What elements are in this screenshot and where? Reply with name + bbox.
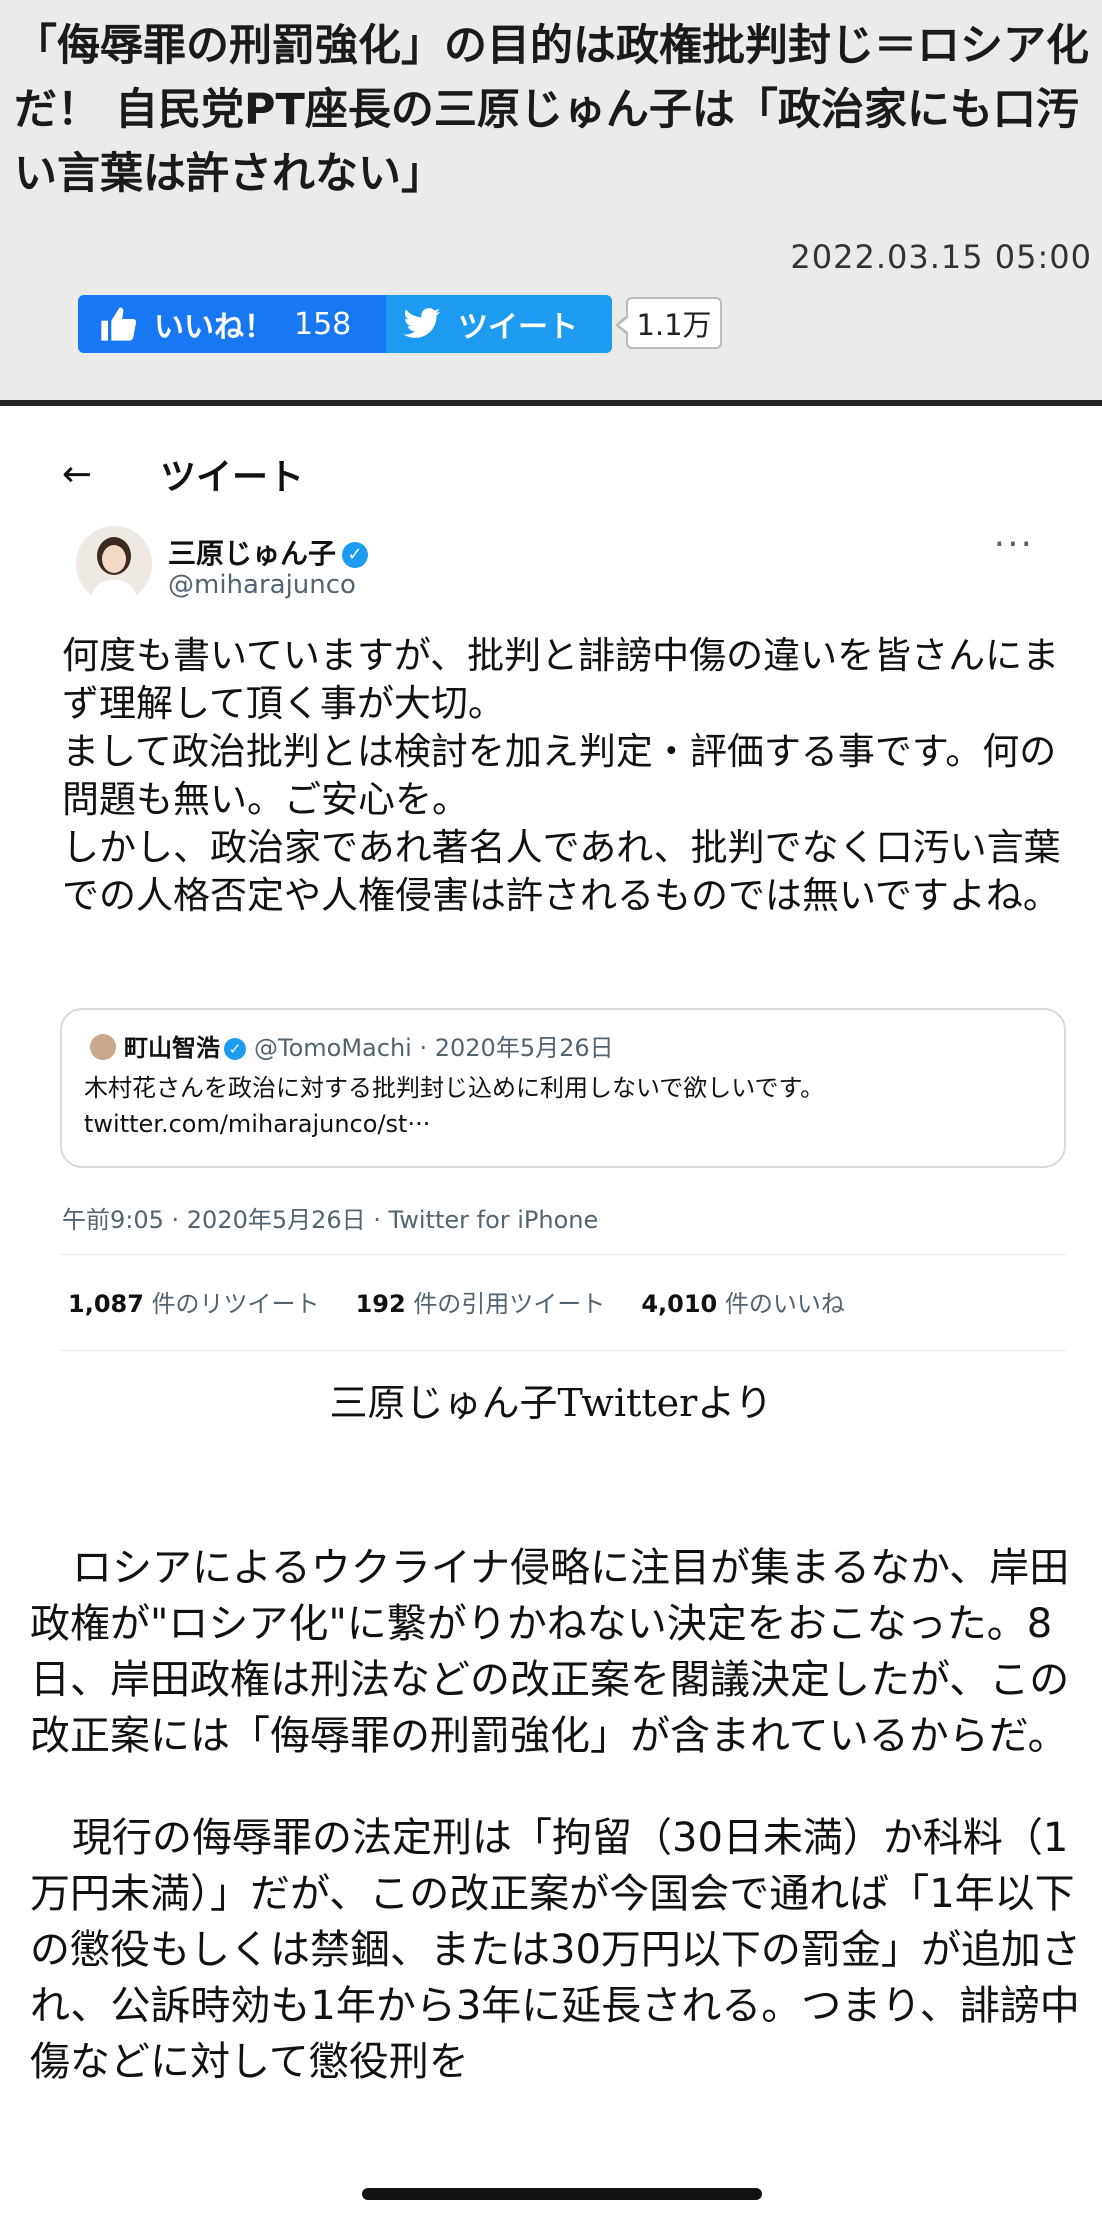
quoted-separator: · xyxy=(419,1034,428,1062)
author-handle: @miharajunco xyxy=(168,570,356,600)
like-button[interactable]: いいね！ 158 xyxy=(78,295,386,353)
quoted-text-line: 木村花さんを政治に対する批判封じ込めに利用しないで欲しいです。 xyxy=(84,1074,825,1102)
quoted-link: twitter.com/miharajunco/st··· xyxy=(84,1110,431,1138)
quoted-tweet: 町山智浩 ✓ @TomoMachi · 2020年5月26日 木村花さんを政治に対す… xyxy=(60,1008,1066,1168)
likes-label: 件のいいね xyxy=(724,1290,845,1318)
article-header: 「侮辱罪の刑罰強化」の目的は政権批判封じ＝ロシア化だ！ 自民党PT座長の三原じゅ… xyxy=(0,0,1102,400)
quoted-text: 木村花さんを政治に対する批判封じ込めに利用しないで欲しいです。 twitter.… xyxy=(84,1070,824,1142)
back-arrow-icon: ← xyxy=(62,454,93,495)
article-paragraph: 現行の侮辱罪の法定刑は「拘留（30日未満）か科料（1万円未満）」だが、この改正案… xyxy=(30,1815,1081,2085)
divider xyxy=(60,1350,1066,1351)
tweet-count-bubble: 1.1万 xyxy=(615,297,722,349)
divider xyxy=(60,1254,1066,1255)
likes-count: 4,010 xyxy=(641,1290,718,1318)
tweet-body-line: まして政治批判とは検討を加え判定・評価する事です。何の問題も無い。ご安心を。 xyxy=(62,730,1057,821)
verified-badge-icon: ✓ xyxy=(342,542,369,568)
more-dots-icon: ··· xyxy=(993,524,1034,565)
verified-badge-icon: ✓ xyxy=(224,1038,246,1060)
home-indicator[interactable] xyxy=(362,2188,762,2200)
quoted-author-name: 町山智浩 xyxy=(124,1034,220,1062)
like-label: いいね！ xyxy=(154,310,274,345)
tweet-label: ツイート xyxy=(458,310,578,345)
tweet-button[interactable]: ツイート xyxy=(386,295,612,353)
quotes-label: 件の引用ツイート xyxy=(413,1290,606,1318)
article-paragraph: ロシアによるウクライナ侵略に注目が集まるなか、岸田政権が"ロシア化"に繋がりかね… xyxy=(30,1545,1070,1759)
retweets-label: 件のリツイート xyxy=(151,1290,320,1318)
embedded-tweet-image: ← ツイート 三原じゅん子 ✓ @miharajunco ··· 何度も書いていま… xyxy=(30,434,1070,1374)
publish-datetime: 2022.03.15 05:00 xyxy=(790,238,1092,276)
article-headline: 「侮辱罪の刑罰強化」の目的は政権批判封じ＝ロシア化だ！ 自民党PT座長の三原じゅ… xyxy=(14,21,1089,199)
twitter-bird-icon xyxy=(403,308,441,338)
quoted-header: 町山智浩 ✓ @TomoMachi · 2020年5月26日 xyxy=(124,1028,614,1063)
quoted-handle: @TomoMachi xyxy=(254,1034,412,1062)
author-name: 三原じゅん子 ✓ xyxy=(168,532,369,572)
author-name-text: 三原じゅん子 xyxy=(168,537,337,570)
like-count: 158 xyxy=(294,306,352,342)
tweet-screen-title: ツイート xyxy=(160,457,305,498)
tweet-body: 何度も書いていますが、批判と誹謗中傷の違いを皆さんにまず理解して頂く事が大切。 … xyxy=(62,632,1062,920)
quoted-date: 2020年5月26日 xyxy=(434,1034,614,1062)
quoted-avatar xyxy=(90,1034,116,1060)
header-divider xyxy=(0,400,1102,406)
thumbs-up-icon xyxy=(101,307,137,341)
retweets-count: 1,087 xyxy=(68,1290,144,1318)
tweet-body-line: 何度も書いていますが、批判と誹謗中傷の違いを皆さんにまず理解して頂く事が大切。 xyxy=(62,634,1060,725)
avatar xyxy=(76,526,152,602)
tweet-stats: 1,087 件のリツイート 192 件の引用ツイート 4,010 件のいいね xyxy=(68,1284,845,1319)
quotes-count: 192 xyxy=(355,1290,406,1318)
image-caption: 三原じゅん子Twitterより xyxy=(329,1381,773,1425)
tweet-timestamp: 午前9:05 · 2020年5月26日 · Twitter for iPhone xyxy=(62,1206,599,1234)
tweet-body-line: しかし、政治家であれ著名人であれ、批判でなく口汚い言葉での人格否定や人権侵害は許… xyxy=(62,826,1061,917)
article-body: ロシアによるウクライナ侵略に注目が集まるなか、岸田政権が"ロシア化"に繋がりかね… xyxy=(30,1540,1090,2136)
